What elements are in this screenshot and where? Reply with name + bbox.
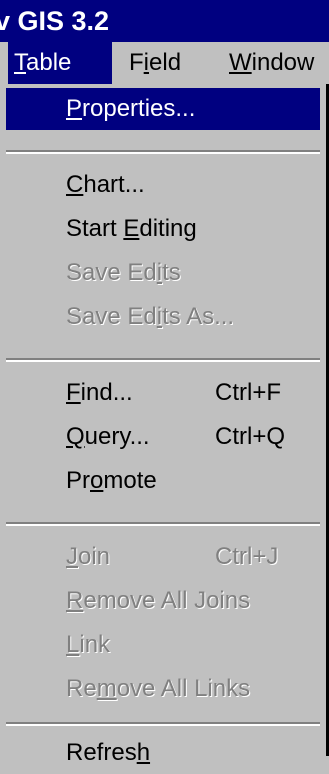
menu-item-save-edits: Save Edits — [0, 252, 326, 294]
app-title-bar: v GIS 3.2 — [0, 0, 329, 42]
menu-item-promote-label: Promote — [66, 467, 157, 494]
menu-separator — [6, 522, 320, 526]
menu-window-label: Window — [229, 49, 315, 76]
menu-field[interactable]: Field — [129, 42, 181, 84]
menu-separator — [6, 722, 320, 726]
menu-item-remove-all-links-label: Remove All Links — [66, 675, 251, 702]
menu-table-label: Table — [14, 49, 72, 76]
app-title: v GIS 3.2 — [0, 6, 110, 36]
menu-item-refresh-label: Refresh — [66, 739, 151, 766]
menu-item-promote[interactable]: Promote — [0, 460, 326, 502]
menu-item-link-label: Link — [66, 631, 111, 658]
menu-item-save-edits-label: Save Edits — [66, 259, 181, 286]
menu-separator — [6, 150, 320, 154]
menu-item-join: Join Ctrl+J — [0, 536, 326, 578]
table-menu-dropdown: Properties... Chart... Start Editing Sav… — [0, 84, 329, 766]
menu-item-join-shortcut: Ctrl+J — [215, 543, 279, 570]
menu-item-remove-all-joins: Remove All Joins — [0, 580, 326, 622]
menu-item-chart[interactable]: Chart... — [0, 164, 326, 206]
menu-window[interactable]: Window — [229, 42, 314, 84]
menu-item-find[interactable]: Find... Ctrl+F — [0, 372, 326, 414]
menu-item-remove-all-links: Remove All Links — [0, 668, 326, 710]
menu-item-save-edits-as-label: Save Edits As... — [66, 303, 235, 330]
menu-bar: Table Field Window — [0, 42, 329, 84]
menu-item-find-shortcut: Ctrl+F — [215, 379, 281, 406]
menu-field-label: Field — [129, 49, 182, 76]
menu-item-save-edits-as: Save Edits As... — [0, 296, 326, 338]
menu-item-query[interactable]: Query... Ctrl+Q — [0, 416, 326, 458]
menu-item-properties[interactable]: Properties... — [6, 88, 320, 130]
menu-item-chart-label: Chart... — [66, 171, 145, 198]
menu-item-query-shortcut: Ctrl+Q — [215, 423, 286, 450]
menu-item-remove-all-joins-label: Remove All Joins — [66, 587, 251, 614]
menu-item-query-label: Query... — [66, 423, 150, 450]
menu-item-start-editing[interactable]: Start Editing — [0, 208, 326, 250]
menu-item-refresh[interactable]: Refresh — [0, 732, 326, 774]
menu-separator — [6, 358, 320, 362]
menu-item-join-label: Join — [66, 543, 111, 570]
menu-item-link: Link — [0, 624, 326, 666]
menu-item-start-editing-label: Start Editing — [66, 215, 197, 242]
menu-item-properties-label: Properties... — [66, 95, 196, 122]
menu-table[interactable]: Table — [8, 42, 112, 84]
menu-item-find-label: Find... — [66, 379, 133, 406]
